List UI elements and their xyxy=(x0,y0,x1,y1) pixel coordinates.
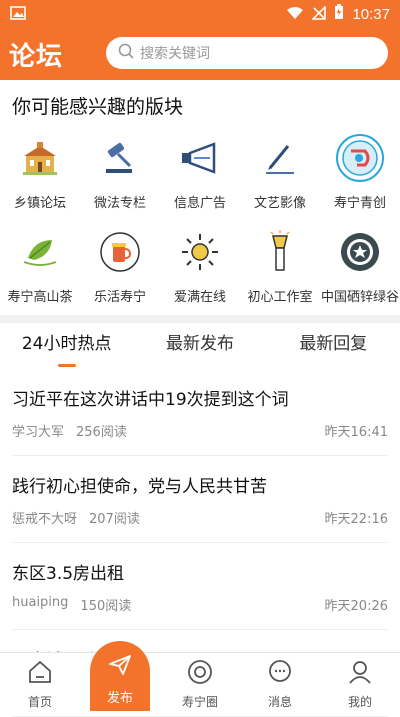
town-hall-icon xyxy=(12,130,68,186)
flashlight-icon xyxy=(252,224,308,280)
tab-latest-posts[interactable]: 最新发布 xyxy=(133,323,266,369)
send-icon xyxy=(108,653,132,681)
board-happy-life[interactable]: 乐活寿宁 xyxy=(80,224,160,318)
nav-publish[interactable]: 发布 xyxy=(80,641,160,711)
clock: 10:37 xyxy=(352,5,390,23)
bottom-nav: 首页 发布 寿宁圈 消息 我的 xyxy=(0,641,400,711)
post-reads: 256阅读 xyxy=(76,425,127,440)
search-icon xyxy=(118,43,134,63)
status-bar: 10:37 xyxy=(0,0,400,28)
board-town-forum[interactable]: 乡镇论坛 xyxy=(0,130,80,224)
image-notification-icon xyxy=(10,5,26,24)
wifi-icon xyxy=(286,5,304,24)
sun-icon xyxy=(172,224,228,280)
tab-latest-replies[interactable]: 最新回复 xyxy=(267,323,400,369)
chat-icon xyxy=(267,659,293,689)
nav-shouning-circle[interactable]: 寿宁圈 xyxy=(160,653,240,711)
post-author: huaiping xyxy=(12,595,69,610)
boards-grid: 乡镇论坛 微法专栏 信息广告 文艺影像 寿宁青创 寿宁高山茶 乐活寿宁 爱满在线… xyxy=(0,130,400,318)
post-author: 惩戒不大呀 xyxy=(12,512,78,527)
app-header: 论坛 xyxy=(0,28,400,80)
feed-tabs: 24小时热点 最新发布 最新回复 xyxy=(0,323,400,369)
board-arts-video[interactable]: 文艺影像 xyxy=(240,130,320,224)
nav-messages[interactable]: 消息 xyxy=(240,653,320,711)
active-tab-indicator xyxy=(57,364,76,367)
board-law-column[interactable]: 微法专栏 xyxy=(80,130,160,224)
megaphone-icon xyxy=(172,130,228,186)
list-item[interactable]: 践行初心担使命，党与人民共甘苦 惩戒不大呀 207阅读 昨天22:16 xyxy=(12,456,388,543)
tea-leaf-icon xyxy=(12,224,68,280)
board-alpine-tea[interactable]: 寿宁高山茶 xyxy=(0,224,80,318)
section-divider xyxy=(0,315,400,323)
board-love-online[interactable]: 爱满在线 xyxy=(160,224,240,318)
post-time: 昨天22:16 xyxy=(324,512,388,527)
list-item[interactable]: 东区3.5房出租 huaiping 150阅读 昨天20:26 xyxy=(12,543,388,630)
pen-icon xyxy=(252,130,308,186)
post-time: 昨天16:41 xyxy=(324,425,388,440)
list-item[interactable]: 习近平在这次讲话中19次提到这个词 学习大军 256阅读 昨天16:41 xyxy=(12,369,388,456)
post-reads: 207阅读 xyxy=(89,512,140,527)
circle-icon xyxy=(187,659,213,689)
post-time: 昨天20:26 xyxy=(324,599,388,614)
gavel-icon xyxy=(92,130,148,186)
search-input[interactable] xyxy=(140,45,360,61)
tab-24h-hot[interactable]: 24小时热点 xyxy=(0,323,133,369)
post-title: 践行初心担使命，党与人民共甘苦 xyxy=(12,477,267,497)
post-reads: 150阅读 xyxy=(80,599,132,614)
section-title: 你可能感兴趣的版块 xyxy=(12,96,184,118)
board-original-studio[interactable]: 初心工作室 xyxy=(240,224,320,318)
post-author: 学习大军 xyxy=(12,425,65,440)
post-title: 习近平在这次讲话中19次提到这个词 xyxy=(12,390,289,410)
nav-profile[interactable]: 我的 xyxy=(320,653,400,711)
board-info-ads[interactable]: 信息广告 xyxy=(160,130,240,224)
board-selenium-valley[interactable]: 中国硒锌绿谷 xyxy=(320,224,400,318)
page-title: 论坛 xyxy=(9,41,64,72)
user-icon xyxy=(347,659,373,689)
nav-home[interactable]: 首页 xyxy=(0,653,80,711)
post-title: 东区3.5房出租 xyxy=(12,564,125,584)
beer-badge-icon xyxy=(92,224,148,280)
home-icon xyxy=(27,659,53,689)
no-signal-icon xyxy=(311,4,327,24)
board-youth-startup[interactable]: 寿宁青创 xyxy=(320,130,400,224)
star-badge-icon xyxy=(332,224,388,280)
battery-icon xyxy=(334,4,344,24)
search-bar[interactable] xyxy=(106,37,388,69)
youth-badge-icon xyxy=(332,130,388,186)
